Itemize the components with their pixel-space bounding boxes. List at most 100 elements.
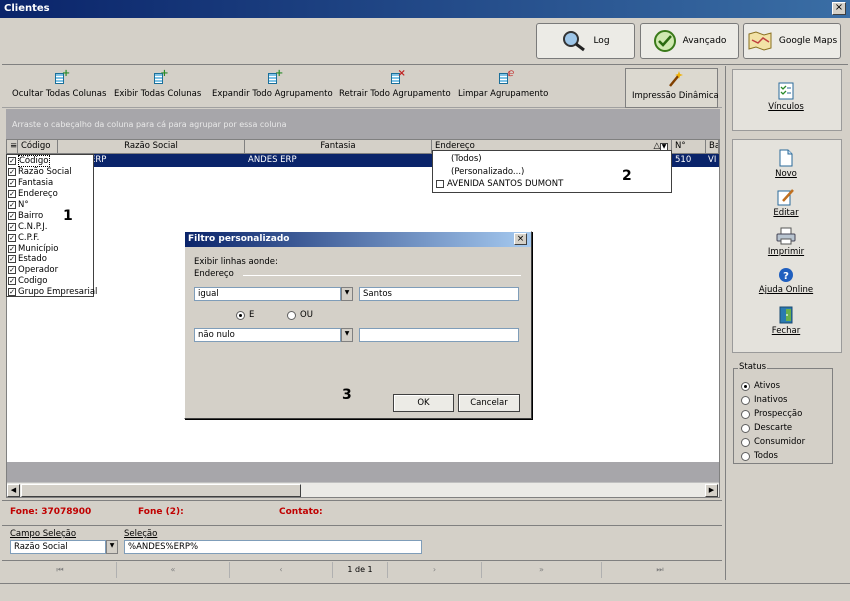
logic-or-radio[interactable]: OU (287, 308, 313, 322)
filter-option-value[interactable]: AVENIDA SANTOS DUMONT (436, 178, 668, 191)
ocultar-colunas-button[interactable]: + Ocultar Todas Colunas (12, 68, 106, 99)
status-option-consumidor[interactable]: Consumidor (741, 435, 805, 449)
value1-input[interactable]: Santos (359, 287, 519, 301)
filter-option-label: AVENIDA SANTOS DUMONT (447, 179, 564, 190)
column-toggle[interactable]: ✓ Estado (8, 254, 92, 265)
nav-prev-button[interactable]: ‹ (230, 562, 333, 578)
column-toggle[interactable]: ✓ Operador (8, 265, 92, 276)
novo-button[interactable]: Novo (732, 149, 840, 179)
grid-add-icon: + (151, 68, 169, 86)
radio-icon (741, 451, 750, 461)
fechar-button[interactable]: Fechar (732, 306, 840, 336)
editar-button[interactable]: Editar (732, 188, 840, 218)
radio-icon (741, 409, 750, 419)
scroll-right-icon[interactable]: ▶ (705, 484, 718, 497)
header-codigo[interactable]: Código (18, 140, 58, 154)
help-icon: ? (779, 268, 793, 282)
column-toggle[interactable]: ✓ Codigo (8, 276, 92, 287)
operator2-select[interactable]: não nulo ▼ (194, 328, 353, 342)
filter-option-label: (Personalizado...) (451, 166, 525, 177)
status-option-inativos[interactable]: Inativos (741, 393, 805, 407)
column-toggle-label: Codigo (18, 276, 48, 287)
cancel-button[interactable]: Cancelar (458, 394, 520, 412)
column-toggle[interactable]: ✓ Razão Social (8, 167, 92, 178)
column-toggle-label: C.P.F. (18, 232, 40, 243)
filter-option-todos[interactable]: (Todos) (436, 153, 668, 166)
column-toggle[interactable]: ✓ N° (8, 200, 92, 211)
status-option-prospeccao[interactable]: Prospecção (741, 407, 805, 421)
limpar-agrupamento-button[interactable]: ⅇ Limpar Agrupamento (458, 68, 549, 99)
log-button[interactable]: Log (536, 23, 635, 59)
window-title: Clientes (4, 3, 50, 14)
status-option-descarte[interactable]: Descarte (741, 421, 805, 435)
window-close-button[interactable]: × (832, 2, 846, 15)
column-toggle-label: Grupo Empresarial (18, 287, 98, 298)
scroll-left-icon[interactable]: ◀ (7, 484, 20, 497)
filter-option-personalizado[interactable]: (Personalizado...) (436, 166, 668, 179)
checkbox-checked-icon: ✓ (8, 222, 16, 231)
group-by-area[interactable]: Arraste o cabeçalho da coluna para cá pa… (6, 109, 720, 139)
value2-input[interactable] (359, 328, 519, 342)
page-indicator: 1 de 1 (333, 562, 388, 578)
header-fantasia[interactable]: Fantasia (245, 140, 432, 154)
google-maps-button[interactable]: Google Maps (743, 23, 841, 59)
header-numero[interactable]: N° (672, 140, 706, 154)
column-toggle[interactable]: ✓ Bairro (8, 210, 92, 221)
printer-icon (776, 227, 796, 245)
filter-option-label: (Todos) (451, 154, 482, 165)
column-toggle[interactable]: ✓ C.P.F. (8, 232, 92, 243)
column-toggle-label: Operador (18, 265, 59, 276)
nav-prev-page-button[interactable]: « (117, 562, 230, 578)
column-toggle-label: Fantasia (18, 178, 54, 189)
chevron-down-icon[interactable]: ▼ (106, 540, 118, 554)
column-toggle[interactable]: ✓ Município (8, 243, 92, 254)
column-toggle-label: Razão Social (18, 167, 72, 178)
column-toggle[interactable]: ✓ C.N.P.J. (8, 221, 92, 232)
ajuda-online-label: Ajuda Online (758, 285, 814, 295)
column-toggle[interactable]: ✓ Fantasia (8, 178, 92, 189)
chevron-down-icon[interactable]: ▼ (341, 328, 353, 342)
status-option-todos[interactable]: Todos (741, 449, 805, 463)
retrair-agrupamento-label: Retrair Todo Agrupamento (339, 89, 451, 99)
imprimir-button[interactable]: Imprimir (732, 227, 840, 257)
nav-next-page-button[interactable]: » (482, 562, 602, 578)
logic-and-radio[interactable]: E (236, 308, 254, 322)
column-toggle-label: Município (18, 243, 59, 254)
status-option-ativos[interactable]: Ativos (741, 379, 805, 393)
header-razao-social[interactable]: Razão Social (58, 140, 245, 154)
exibir-colunas-button[interactable]: + Exibir Todas Colunas (114, 68, 201, 99)
nav-first-button[interactable]: ⏮ (4, 562, 117, 578)
chevron-down-icon[interactable]: ▼ (341, 287, 353, 301)
column-chooser-icon[interactable]: ≡ (7, 140, 18, 154)
endereco-filter-dropdown: (Todos) (Personalizado...) AVENIDA SANTO… (432, 150, 672, 193)
vinculos-button[interactable]: Vínculos (732, 82, 840, 112)
operator1-select[interactable]: igual ▼ (194, 287, 353, 301)
horizontal-scrollbar[interactable]: ◀ ▶ (7, 482, 719, 497)
status-options: Ativos Inativos Prospecção Descarte Cons… (741, 379, 805, 463)
avancado-button[interactable]: Avançado (640, 23, 739, 59)
campo-selecao-select[interactable]: Razão Social ▼ (10, 540, 118, 554)
column-toggle[interactable]: ✓ Grupo Empresarial (8, 287, 97, 298)
campo-selecao-label: Campo Seleção (10, 529, 77, 539)
selection-fields: Campo Seleção Razão Social ▼ Seleção %AN… (2, 525, 722, 557)
limpar-agrupamento-label: Limpar Agrupamento (458, 89, 549, 99)
fone2-text: Fone (2): (138, 507, 184, 517)
column-toggle-label: Endereço (18, 189, 58, 200)
retrair-agrupamento-button[interactable]: × Retrair Todo Agrupamento (339, 68, 451, 99)
nav-next-button[interactable]: › (388, 562, 482, 578)
column-toggle-label: Estado (18, 254, 47, 265)
expandir-agrupamento-label: Expandir Todo Agrupamento (212, 89, 333, 99)
expandir-agrupamento-button[interactable]: + Expandir Todo Agrupamento (212, 68, 333, 99)
selecao-input[interactable]: %ANDES%ERP% (124, 540, 422, 554)
column-toggle[interactable]: ✓ Endereço (8, 189, 92, 200)
cell-numero: 510 (675, 155, 692, 165)
dialog-close-button[interactable]: × (514, 233, 527, 245)
nav-last-button[interactable]: ⏭ (602, 562, 718, 578)
column-toggle[interactable]: ✓ Código (8, 155, 92, 168)
ok-button[interactable]: OK (393, 394, 454, 412)
scroll-thumb[interactable] (21, 484, 301, 497)
contact-info-bar: Fone: 37078900 Fone (2): Contato: (2, 500, 722, 524)
ajuda-online-button[interactable]: ? Ajuda Online (732, 267, 840, 295)
header-bairro[interactable]: Ba (706, 140, 719, 154)
exit-door-icon (779, 306, 793, 324)
